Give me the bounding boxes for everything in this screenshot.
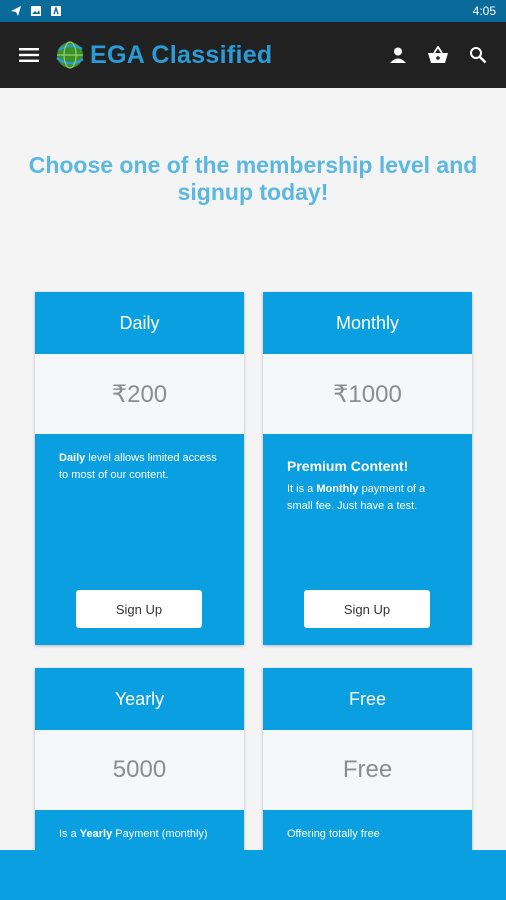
- app-icon: [50, 5, 62, 17]
- desc-bold: Monthly: [316, 483, 359, 495]
- card-description: Is a Yearly Payment (monthly): [35, 810, 244, 843]
- card-price: Free: [263, 730, 472, 810]
- status-icons: [10, 5, 62, 17]
- card-price: 5000: [35, 730, 244, 810]
- desc-prefix: Is a: [59, 828, 80, 840]
- bottom-bar: [0, 850, 506, 900]
- menu-icon: [19, 48, 39, 62]
- basket-icon: [428, 46, 448, 63]
- account-button[interactable]: [386, 43, 410, 67]
- desc-bold: Daily: [59, 452, 86, 464]
- card-description: Daily level allows limited access to mos…: [35, 434, 244, 484]
- card-title: Yearly: [114, 688, 165, 709]
- app-name: EGA Classified: [90, 40, 273, 69]
- app-toolbar: EGA Classified: [0, 22, 506, 88]
- desc-prefix: It is a: [287, 483, 317, 495]
- search-button[interactable]: [466, 43, 490, 67]
- membership-card-free: Free Free Offering totally free: [263, 668, 472, 850]
- signup-button-daily[interactable]: Sign Up: [76, 590, 202, 628]
- status-bar: 4:05: [0, 0, 506, 22]
- signup-button-monthly[interactable]: Sign Up: [304, 590, 430, 628]
- card-title: Daily: [119, 312, 160, 333]
- search-icon: [470, 47, 487, 64]
- membership-card-daily: Daily ₹200 Daily level allows limited ac…: [35, 292, 244, 645]
- toolbar-actions: [386, 43, 490, 67]
- globe-logo-icon: [56, 41, 84, 69]
- image-icon: [30, 5, 42, 17]
- card-description: Offering totally free: [263, 810, 472, 843]
- menu-button[interactable]: [16, 42, 42, 68]
- card-price: ₹1000: [263, 354, 472, 434]
- status-time: 4:05: [472, 4, 496, 18]
- membership-card-yearly: Yearly 5000 Is a Yearly Payment (monthly…: [35, 668, 244, 850]
- user-icon: [390, 47, 406, 63]
- card-title: Free: [348, 688, 386, 709]
- card-title: Monthly: [335, 312, 400, 333]
- cart-button[interactable]: [426, 43, 450, 67]
- app-logo[interactable]: EGA Classified: [52, 38, 273, 72]
- card-price: ₹200: [35, 354, 244, 434]
- card-subheading: Premium Content!: [287, 458, 409, 474]
- desc-text: Offering totally free: [287, 828, 380, 840]
- desc-bold: Yearly: [79, 828, 113, 840]
- telegram-icon: [10, 5, 22, 17]
- card-description: Premium Content! It is a Monthly payment…: [263, 434, 472, 515]
- membership-card-monthly: Monthly ₹1000 Premium Content! It is a M…: [263, 292, 472, 645]
- page-heading: Choose one of the membership level and s…: [28, 152, 478, 205]
- desc-text: Payment (monthly): [112, 828, 208, 840]
